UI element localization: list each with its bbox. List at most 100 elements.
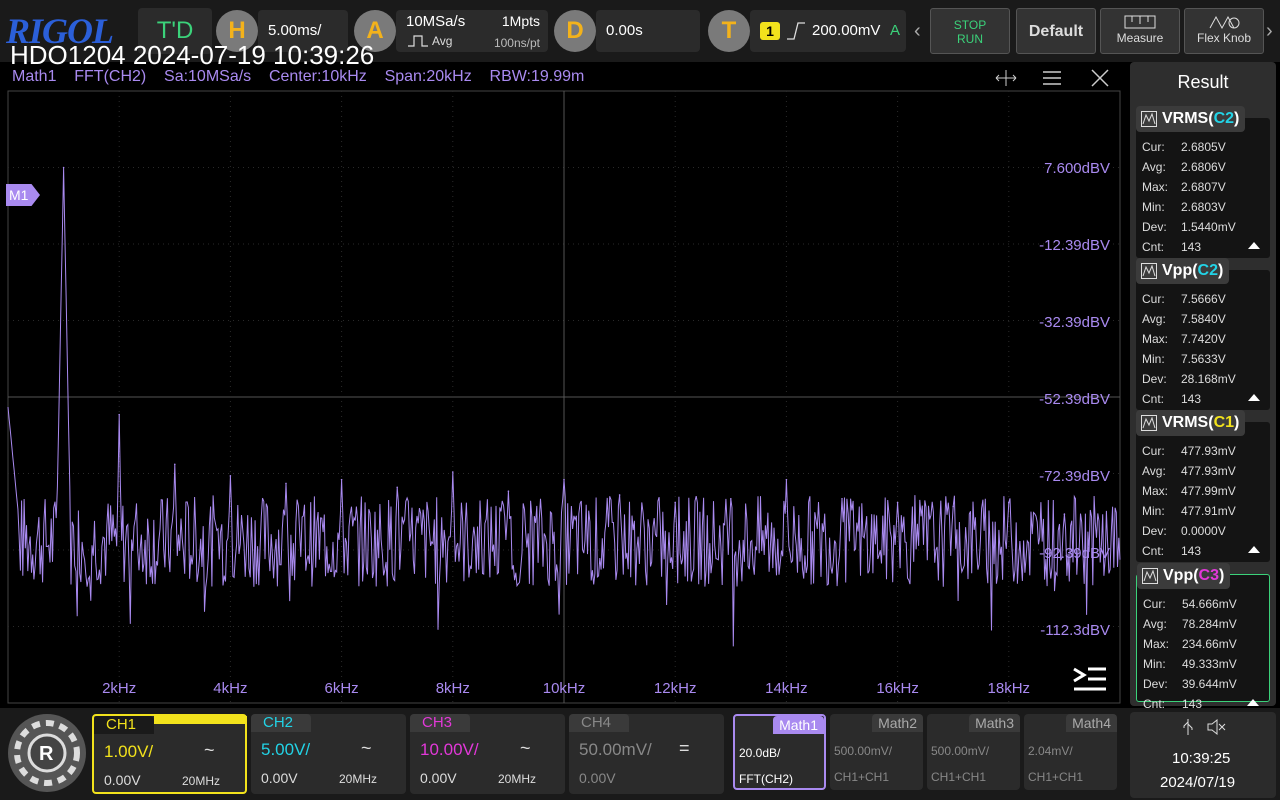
delay-panel[interactable]: 0.00s — [596, 10, 700, 52]
measurement-row-label: Min: — [1143, 657, 1166, 671]
sample-interval: 100ns/pt — [493, 36, 540, 50]
measurement-name: Vpp — [1163, 567, 1194, 584]
result-title: Result — [1177, 72, 1229, 92]
measurement-channel: C3 — [1198, 567, 1219, 584]
toolbar-right-arrow-icon[interactable]: › — [1266, 8, 1278, 54]
measurement-row-label: Avg: — [1143, 617, 1167, 631]
mute-icon[interactable] — [1206, 718, 1226, 736]
stop-run-button[interactable]: STOP RUN — [930, 8, 1010, 54]
channel-panel-ch3[interactable]: CH3 10.00V/ ~ 0.00V 20MHz — [410, 714, 565, 794]
measurement-avg: 78.284mV — [1182, 617, 1237, 631]
default-button[interactable]: Default — [1016, 8, 1096, 54]
trigger-source: 1 — [760, 22, 780, 40]
measure-type-icon — [1142, 567, 1158, 584]
bottom-bar: R CH1 1.00V/ ~ 0.00V 20MHz CH2 5.00V/ ~ … — [0, 708, 1280, 800]
math-panel-math1[interactable]: Math1 20.0dB/ FFT(CH2) — [733, 714, 826, 790]
measurement-dev: 0.0000V — [1181, 524, 1226, 538]
math-panel-math4[interactable]: Math4 2.04mV/ CH1+CH1 — [1024, 714, 1117, 790]
flex-knob-button[interactable]: Flex Knob — [1184, 8, 1264, 54]
measure-button[interactable]: Measure — [1100, 8, 1180, 54]
measurement-cur: 477.93mV — [1181, 444, 1236, 458]
trigger-icon[interactable]: T — [708, 10, 750, 52]
fft-peak-point — [674, 501, 676, 504]
measurement-card[interactable]: VRMS(C2) Cur: 2.6805V Avg: 2.6806V Max: 2.6807… — [1136, 106, 1270, 258]
x-tick-label: 2kHz — [102, 680, 136, 697]
math-operation: CH1+CH1 — [834, 770, 890, 784]
measurement-row-label: Max: — [1142, 484, 1169, 498]
measurement-row-label: Dev: — [1142, 220, 1167, 234]
trigger-mode: A — [890, 22, 901, 39]
measurement-row-label: Cnt: — [1142, 544, 1165, 558]
x-tick-label: 12kHz — [654, 680, 697, 697]
measurement-card[interactable]: VRMS(C1) Cur: 477.93mV Avg: 477.93mV Max: 477.… — [1136, 410, 1270, 562]
measurement-row-label: Dev: — [1143, 677, 1168, 691]
measurement-header[interactable]: VRMS(C2) — [1136, 106, 1246, 132]
math-tab-name: Math3 — [969, 714, 1020, 732]
fft-peak-point — [452, 471, 454, 473]
x-tick-label: 4kHz — [213, 680, 247, 697]
delay-icon[interactable]: D — [554, 10, 596, 52]
y-tick-label: -12.39dBV — [1039, 237, 1110, 254]
measure-type-icon — [1141, 110, 1157, 127]
collapse-arrow-icon[interactable] — [1248, 394, 1260, 401]
fft-peak-point — [174, 463, 176, 466]
flex-knob-label: Flex Knob — [1196, 31, 1252, 45]
measurement-min: 7.5633V — [1181, 352, 1226, 366]
y-tick-label: -112.3dBV — [1040, 622, 1110, 639]
collapse-arrow-icon[interactable] — [1247, 699, 1259, 706]
channel-scale: 10.00V/ — [420, 740, 479, 759]
waveform-area[interactable]: Math1 FFT(CH2) Sa:10MSa/s Center:10kHz S… — [0, 40, 1125, 706]
fft-peak-point — [285, 482, 287, 485]
measurement-min: 49.333mV — [1182, 657, 1237, 671]
channel-panel-ch2[interactable]: CH2 5.00V/ ~ 0.00V 20MHz — [251, 714, 406, 794]
math-operation: FFT(CH2) — [739, 772, 793, 786]
measurement-row-label: Max: — [1142, 180, 1169, 194]
x-tick-labels: 2kHz 4kHz 6kHz 8kHz 10kHz 12kHz 14kHz 16kHz 18kH… — [102, 680, 1030, 697]
measure-label: Measure — [1116, 31, 1164, 45]
measurement-max: 2.6807V — [1181, 180, 1226, 194]
measurement-cur: 7.5666V — [1181, 292, 1226, 306]
clock-date: 2024/07/19 — [1160, 774, 1236, 791]
channel-name: CH1 — [94, 716, 154, 734]
channel-offset: 0.00V — [420, 770, 457, 786]
math-panel-math3[interactable]: Math3 500.00mV/ CH1+CH1 — [927, 714, 1020, 790]
channel-offset: 0.00V — [579, 770, 616, 786]
collapse-arrow-icon[interactable] — [1248, 546, 1260, 553]
trigger-panel[interactable]: 1 200.00mV A — [750, 10, 906, 52]
measurement-dev: 39.644mV — [1182, 677, 1237, 691]
fft-peak-point — [841, 497, 843, 500]
measurement-cnt: 143 — [1181, 544, 1202, 558]
fft-plot: 7.600dBV -12.39dBV -32.39dBV -52.39dBV -72.3… — [7, 90, 1121, 704]
measurement-min: 2.6803V — [1181, 200, 1226, 214]
channel-panel-ch4[interactable]: CH4 50.00mV/ = 0.00V — [569, 714, 724, 794]
measurement-card[interactable]: Vpp(C2) Cur: 7.5666V Avg: 7.5840V Max: 7.7420V… — [1136, 258, 1270, 410]
measurement-row-label: Avg: — [1142, 464, 1166, 478]
expand-menu-icon[interactable] — [1072, 666, 1108, 692]
sample-rate: 10MSa/s — [406, 13, 466, 30]
channel-bandwidth: 20MHz — [339, 772, 378, 786]
acquire-panel[interactable]: 10MSa/s 1Mpts Avg 100ns/pt — [396, 10, 548, 52]
measurement-header[interactable]: VRMS(C1) — [1136, 410, 1246, 436]
math-panel-math2[interactable]: Math2 500.00mV/ CH1+CH1 — [830, 714, 923, 790]
collapse-arrow-icon[interactable] — [1248, 242, 1260, 249]
channel-scale: 50.00mV/ — [579, 740, 652, 759]
x-tick-label: 18kHz — [988, 680, 1031, 697]
measurement-row-label: Dev: — [1142, 372, 1167, 386]
measurement-header[interactable]: Vpp(C3) — [1137, 563, 1231, 589]
run-label: RUN — [957, 32, 983, 46]
channel-offset: 0.00V — [261, 770, 298, 786]
measurement-row-label: Dev: — [1142, 524, 1167, 538]
fft-peak-point — [62, 166, 65, 169]
home-gear-icon[interactable]: R — [8, 714, 86, 792]
measurement-row-label: Min: — [1142, 504, 1165, 518]
math-scale: 20.0dB/ — [739, 746, 781, 760]
channel-panel-ch1[interactable]: CH1 1.00V/ ~ 0.00V 20MHz — [92, 714, 247, 794]
measurement-header[interactable]: Vpp(C2) — [1136, 258, 1230, 284]
channel-bandwidth: 20MHz — [498, 772, 537, 786]
measurement-cur: 2.6805V — [1181, 140, 1226, 154]
measurement-dev: 1.5440mV — [1181, 220, 1236, 234]
measurement-card[interactable]: Vpp(C3) Cur: 54.666mV Avg: 78.284mV Max: 234.6… — [1136, 563, 1270, 711]
measurement-channel: C2 — [1197, 262, 1218, 279]
measurement-row-label: Max: — [1142, 332, 1169, 346]
toolbar-left-arrow-icon[interactable]: ‹ — [914, 8, 926, 54]
